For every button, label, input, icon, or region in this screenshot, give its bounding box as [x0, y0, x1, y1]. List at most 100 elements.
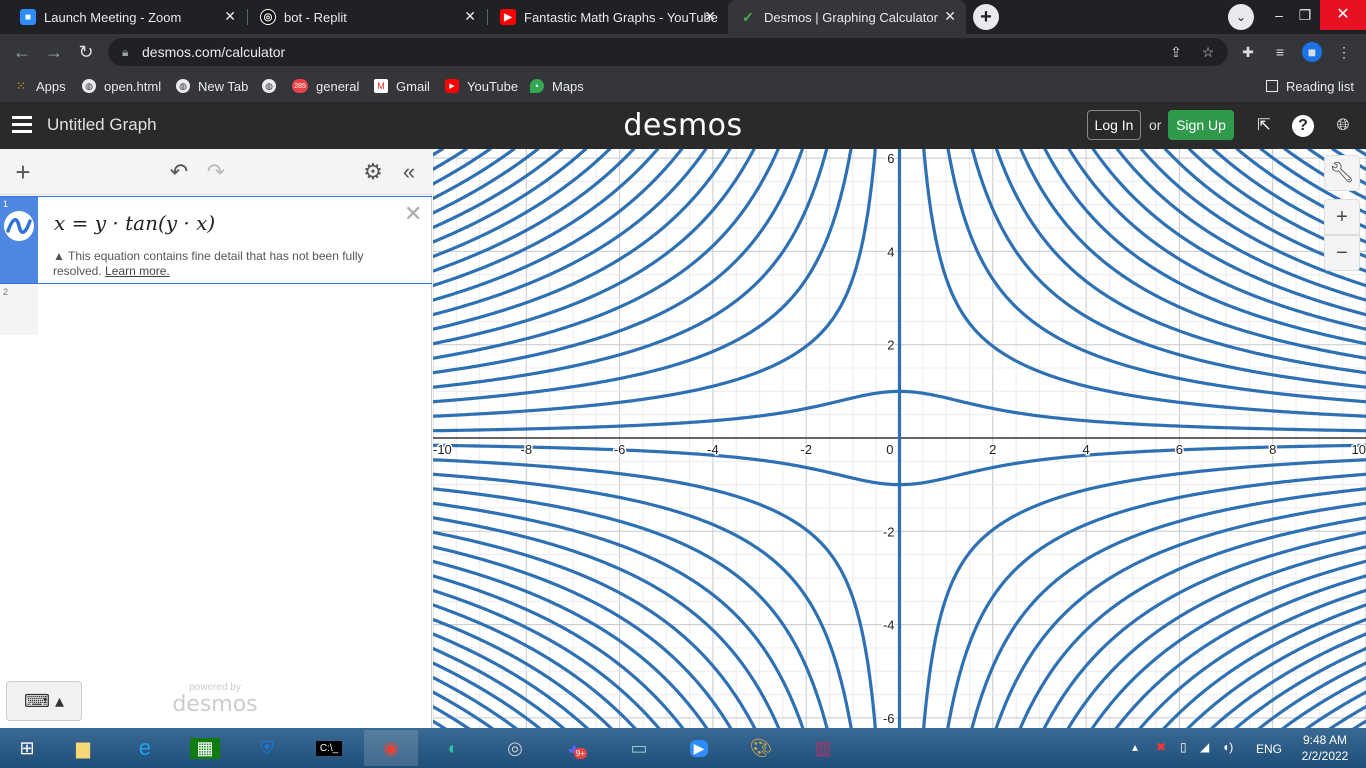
tab-search-button[interactable]: ⌄ — [1228, 4, 1254, 30]
lock-icon: 🔒︎ — [122, 45, 129, 59]
discord-icon[interactable]: ◕ 9+ — [550, 730, 604, 766]
globe-icon: ◍ — [82, 79, 96, 93]
graph-svg[interactable]: -10 -8 -6 -4 -2 0 2 4 6 8 10 -6 -4 -2 2 4 6 — [433, 149, 1366, 729]
network-error-icon[interactable]: ✖ — [1156, 740, 1166, 754]
bookmark-label: Apps — [36, 78, 66, 94]
edge-icon[interactable]: ◐ — [426, 730, 480, 766]
expression-formula[interactable]: x = y · tan(y · x) — [54, 211, 215, 235]
close-icon[interactable]: ✕ — [704, 8, 716, 25]
x-tick-label: -8 — [521, 442, 533, 457]
learn-more-link[interactable]: Learn more. — [105, 264, 170, 278]
x-tick-label: -10 — [433, 442, 452, 457]
close-icon[interactable]: ✕ — [224, 8, 236, 25]
graph-title[interactable]: Untitled Graph — [47, 115, 157, 135]
media-icon[interactable]: ≡ — [1270, 42, 1290, 62]
bookmark-youtube[interactable]: ▶ YouTube — [445, 77, 518, 95]
tab-replit[interactable]: ◎ bot - Replit ✕ — [248, 0, 486, 34]
bookmark-untitled[interactable]: ◍ — [262, 77, 284, 95]
settings-gear-icon[interactable]: ⚙ — [360, 159, 386, 185]
tab-youtube[interactable]: ▶ Fantastic Math Graphs - YouTube ✕ — [488, 0, 726, 34]
extensions-icon[interactable]: ✚ — [1238, 42, 1258, 62]
expression-row[interactable]: 1 x = y · tan(y · x) ✕ ▲ This equation c… — [0, 196, 432, 284]
expression-number: 2 — [3, 287, 9, 297]
zoom-in-button[interactable]: + — [1324, 199, 1360, 235]
discord-badge: 9+ — [573, 747, 587, 759]
expression-panel: + ↶ ↷ ⚙ « 1 x = y · tan(y · x) ✕ ▲ This … — [0, 149, 432, 729]
bookmark-star-icon[interactable]: ☆ — [1198, 42, 1218, 62]
warning-text: This equation contains fine detail that … — [53, 249, 364, 278]
x-tick-label: -6 — [614, 442, 626, 457]
reading-list[interactable]: Reading list — [1266, 77, 1354, 95]
back-button[interactable]: ← — [10, 40, 34, 64]
share-icon[interactable]: ⇪ — [1166, 42, 1186, 62]
restore-button[interactable]: ❐ — [1290, 2, 1320, 28]
volume-icon[interactable]: ◖) — [1222, 740, 1233, 754]
store-icon[interactable]: ▦ — [178, 730, 232, 766]
bookmark-open-html[interactable]: ◍ open.html — [82, 77, 161, 95]
chrome-icon[interactable]: ◉ — [364, 730, 418, 766]
tab-zoom[interactable]: ■ Launch Meeting - Zoom ✕ — [8, 0, 246, 34]
graph-settings-wrench-icon[interactable]: 🔧︎ — [1324, 155, 1360, 191]
new-tab-button[interactable]: + — [973, 4, 999, 30]
defender-icon[interactable]: ⛨ — [240, 730, 294, 766]
close-icon[interactable]: ✕ — [944, 8, 956, 25]
speaker-app-icon[interactable]: ◎ — [488, 730, 542, 766]
clock-date: 2/2/2022 — [1301, 749, 1349, 763]
zoom-icon[interactable]: ▶ — [672, 730, 726, 766]
menu-kebab-icon[interactable]: ⋮ — [1334, 42, 1354, 62]
redo-icon[interactable]: ↷ — [203, 159, 229, 185]
tab-title: Desmos | Graphing Calculator — [764, 9, 938, 25]
add-expression-icon[interactable]: + — [10, 159, 36, 185]
graph-color-toggle-icon[interactable] — [4, 211, 34, 241]
zoom-out-button[interactable]: − — [1324, 235, 1360, 271]
tab-desmos[interactable]: ✓ Desmos | Graphing Calculator ✕ — [728, 0, 966, 34]
graph-paper[interactable]: -10 -8 -6 -4 -2 0 2 4 6 8 10 -6 -4 -2 2 4 6 — [433, 149, 1366, 729]
ie-icon[interactable]: e — [118, 730, 172, 766]
profile-avatar[interactable]: ■ — [1302, 42, 1322, 62]
wifi-icon[interactable]: ◢ — [1200, 740, 1209, 754]
address-bar[interactable]: 🔒︎ desmos.com/calculator ⇪ ☆ — [108, 38, 1228, 66]
clock[interactable]: 9:48 AM 2/2/2022 — [1290, 732, 1360, 764]
y-tick-label: -4 — [883, 618, 895, 633]
maps-icon: • — [530, 79, 544, 93]
winrar-icon[interactable]: ▥ — [796, 730, 850, 766]
warning-icon: ▲ — [53, 249, 65, 263]
delete-expression-icon[interactable]: ✕ — [404, 201, 422, 227]
powered-by-logo: desmos — [172, 692, 258, 717]
expression-number: 1 — [3, 199, 9, 209]
bookmark-apps[interactable]: ⁙ Apps — [14, 77, 66, 95]
monitor-app-icon[interactable]: ▭ — [612, 730, 666, 766]
terminal-icon[interactable]: C:\_ — [302, 730, 356, 766]
bookmark-general[interactable]: 285 general — [292, 77, 359, 95]
keypad-toggle-button[interactable]: ⌨ ▴ — [6, 681, 82, 721]
help-icon[interactable]: ? — [1292, 115, 1314, 137]
expression-toolbar: + ↶ ↷ ⚙ « — [0, 149, 432, 195]
windows-taskbar: ⊞ ▆ e ▦ ⛨ C:\_ ◉ ◐ ◎ ◕ 9+ ▭ ▶ 🎨︎ ▥ ▴ ✖ ▯ … — [0, 728, 1366, 768]
tab-title: Launch Meeting - Zoom — [44, 9, 182, 25]
language-indicator[interactable]: ENG — [1256, 742, 1282, 756]
tray-expand-icon[interactable]: ▴ — [1132, 740, 1138, 754]
reload-button[interactable]: ↻ — [74, 40, 98, 64]
login-button[interactable]: Log In — [1087, 110, 1141, 140]
paint-icon[interactable]: 🎨︎ — [734, 730, 788, 766]
signup-button[interactable]: Sign Up — [1168, 110, 1234, 140]
start-icon[interactable]: ⊞ — [0, 730, 54, 766]
hamburger-menu-icon[interactable] — [12, 116, 32, 134]
globe-icon: ◍ — [262, 79, 276, 93]
expression-row-empty[interactable]: 2 — [0, 285, 432, 335]
forward-button[interactable]: → — [42, 40, 66, 64]
battery-icon[interactable]: ▯ — [1180, 740, 1187, 754]
file-explorer-icon[interactable]: ▆ — [56, 730, 110, 766]
window-close-button[interactable]: ✕ — [1320, 0, 1366, 30]
y-tick-label: 4 — [887, 244, 894, 259]
close-icon[interactable]: ✕ — [464, 8, 476, 25]
bookmark-label: open.html — [104, 78, 162, 94]
bookmark-maps[interactable]: • Maps — [530, 77, 584, 95]
share-graph-icon[interactable]: ⇱ — [1253, 115, 1275, 137]
collapse-panel-icon[interactable]: « — [396, 159, 422, 185]
y-tick-label: -2 — [883, 524, 895, 539]
language-globe-icon[interactable]: 🌐︎ — [1332, 115, 1354, 137]
undo-icon[interactable]: ↶ — [166, 159, 192, 185]
bookmark-new-tab[interactable]: ◍ New Tab — [176, 77, 248, 95]
bookmark-gmail[interactable]: M Gmail — [374, 77, 430, 95]
